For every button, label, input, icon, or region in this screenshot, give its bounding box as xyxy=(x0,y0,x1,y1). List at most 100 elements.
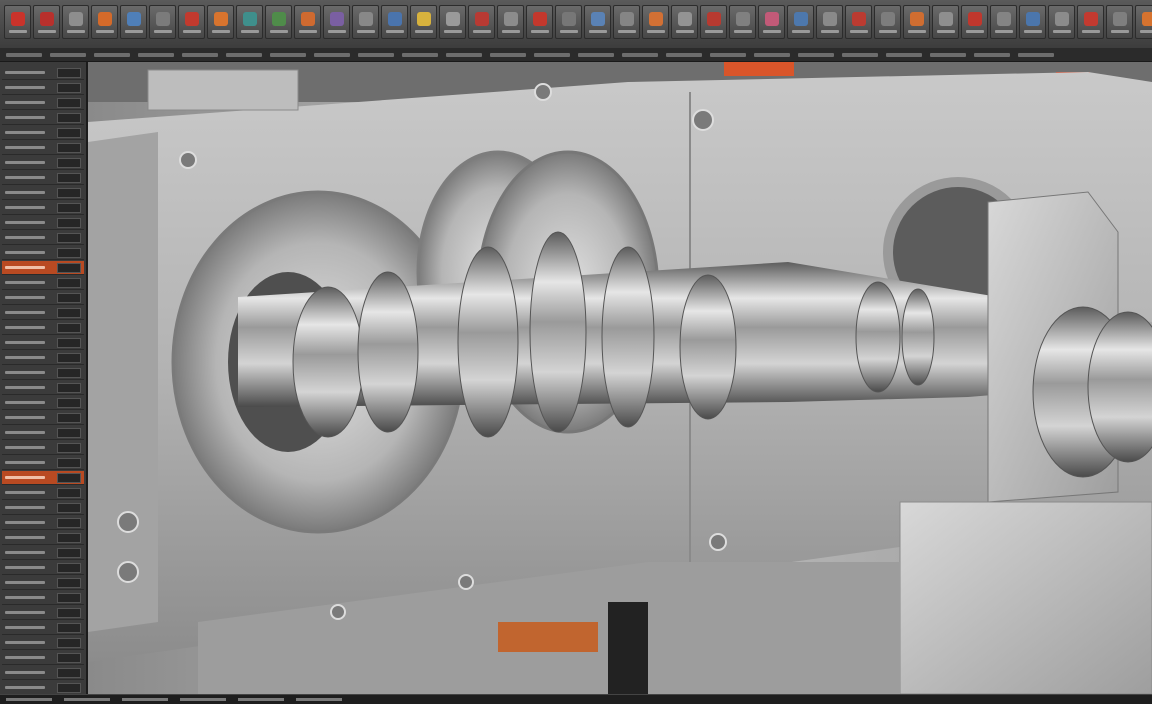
property-field[interactable] xyxy=(57,592,81,603)
property-row[interactable] xyxy=(2,411,84,425)
property-row[interactable] xyxy=(2,636,84,650)
menu-item[interactable] xyxy=(182,52,218,57)
property-row[interactable] xyxy=(2,171,84,185)
menu-item[interactable] xyxy=(402,52,438,57)
toolbar-button[interactable] xyxy=(265,5,292,39)
property-row[interactable] xyxy=(2,336,84,350)
property-row[interactable] xyxy=(2,681,84,695)
toolbar-button[interactable] xyxy=(294,5,321,39)
property-row[interactable] xyxy=(2,561,84,575)
toolbar-button[interactable] xyxy=(497,5,524,39)
3d-viewport[interactable] xyxy=(88,62,1152,694)
toolbar-button[interactable] xyxy=(903,5,930,39)
property-row[interactable] xyxy=(2,321,84,335)
property-row[interactable] xyxy=(2,201,84,215)
menu-item[interactable] xyxy=(1018,52,1054,57)
toolbar-button[interactable] xyxy=(671,5,698,39)
property-row[interactable] xyxy=(2,141,84,155)
property-row[interactable] xyxy=(2,471,84,485)
toolbar-button[interactable] xyxy=(4,5,31,39)
property-row[interactable] xyxy=(2,546,84,560)
toolbar-button[interactable] xyxy=(729,5,756,39)
property-row[interactable] xyxy=(2,456,84,470)
property-row[interactable] xyxy=(2,666,84,680)
property-row[interactable] xyxy=(2,606,84,620)
property-row[interactable] xyxy=(2,66,84,80)
property-field[interactable] xyxy=(57,667,81,678)
property-field[interactable] xyxy=(57,187,81,198)
property-field[interactable] xyxy=(57,202,81,213)
toolbar-button[interactable] xyxy=(990,5,1017,39)
toolbar-button[interactable] xyxy=(584,5,611,39)
property-field[interactable] xyxy=(57,262,81,273)
menu-item[interactable] xyxy=(798,52,834,57)
property-field[interactable] xyxy=(57,427,81,438)
property-field[interactable] xyxy=(57,247,81,258)
property-row[interactable] xyxy=(2,111,84,125)
toolbar-button[interactable] xyxy=(816,5,843,39)
property-field[interactable] xyxy=(57,232,81,243)
property-row[interactable] xyxy=(2,441,84,455)
property-row[interactable] xyxy=(2,291,84,305)
property-field[interactable] xyxy=(57,127,81,138)
property-row[interactable] xyxy=(2,426,84,440)
property-field[interactable] xyxy=(57,292,81,303)
property-field[interactable] xyxy=(57,112,81,123)
viewport-scene[interactable] xyxy=(88,62,1152,694)
menu-item[interactable] xyxy=(358,52,394,57)
menu-item[interactable] xyxy=(446,52,482,57)
toolbar-button[interactable] xyxy=(526,5,553,39)
toolbar-button[interactable] xyxy=(62,5,89,39)
property-row[interactable] xyxy=(2,501,84,515)
property-field[interactable] xyxy=(57,412,81,423)
property-field[interactable] xyxy=(57,172,81,183)
property-field[interactable] xyxy=(57,637,81,648)
property-row[interactable] xyxy=(2,216,84,230)
menu-item[interactable] xyxy=(842,52,878,57)
menu-item[interactable] xyxy=(50,52,86,57)
property-field[interactable] xyxy=(57,382,81,393)
property-row[interactable] xyxy=(2,396,84,410)
property-field[interactable] xyxy=(57,622,81,633)
toolbar-button[interactable] xyxy=(352,5,379,39)
toolbar-button[interactable] xyxy=(439,5,466,39)
property-row[interactable] xyxy=(2,576,84,590)
menu-item[interactable] xyxy=(226,52,262,57)
property-row[interactable] xyxy=(2,591,84,605)
property-field[interactable] xyxy=(57,307,81,318)
toolbar-button[interactable] xyxy=(758,5,785,39)
property-row[interactable] xyxy=(2,231,84,245)
menu-item[interactable] xyxy=(886,52,922,57)
property-field[interactable] xyxy=(57,142,81,153)
toolbar-button[interactable] xyxy=(787,5,814,39)
property-field[interactable] xyxy=(57,97,81,108)
menu-item[interactable] xyxy=(6,52,42,57)
menu-item[interactable] xyxy=(138,52,174,57)
property-field[interactable] xyxy=(57,82,81,93)
property-row[interactable] xyxy=(2,81,84,95)
property-field[interactable] xyxy=(57,457,81,468)
property-row[interactable] xyxy=(2,156,84,170)
property-field[interactable] xyxy=(57,337,81,348)
menu-item[interactable] xyxy=(710,52,746,57)
toolbar-button[interactable] xyxy=(381,5,408,39)
toolbar-button[interactable] xyxy=(33,5,60,39)
property-field[interactable] xyxy=(57,472,81,483)
property-field[interactable] xyxy=(57,502,81,513)
property-field[interactable] xyxy=(57,367,81,378)
toolbar-button[interactable] xyxy=(323,5,350,39)
toolbar-button[interactable] xyxy=(1106,5,1133,39)
toolbar-button[interactable] xyxy=(932,5,959,39)
toolbar-button[interactable] xyxy=(1135,5,1152,39)
menu-item[interactable] xyxy=(930,52,966,57)
property-field[interactable] xyxy=(57,217,81,228)
property-row[interactable] xyxy=(2,186,84,200)
property-row[interactable] xyxy=(2,531,84,545)
property-field[interactable] xyxy=(57,67,81,78)
property-row[interactable] xyxy=(2,381,84,395)
menu-item[interactable] xyxy=(534,52,570,57)
menu-item[interactable] xyxy=(270,52,306,57)
toolbar-button[interactable] xyxy=(178,5,205,39)
toolbar-button[interactable] xyxy=(613,5,640,39)
property-field[interactable] xyxy=(57,277,81,288)
